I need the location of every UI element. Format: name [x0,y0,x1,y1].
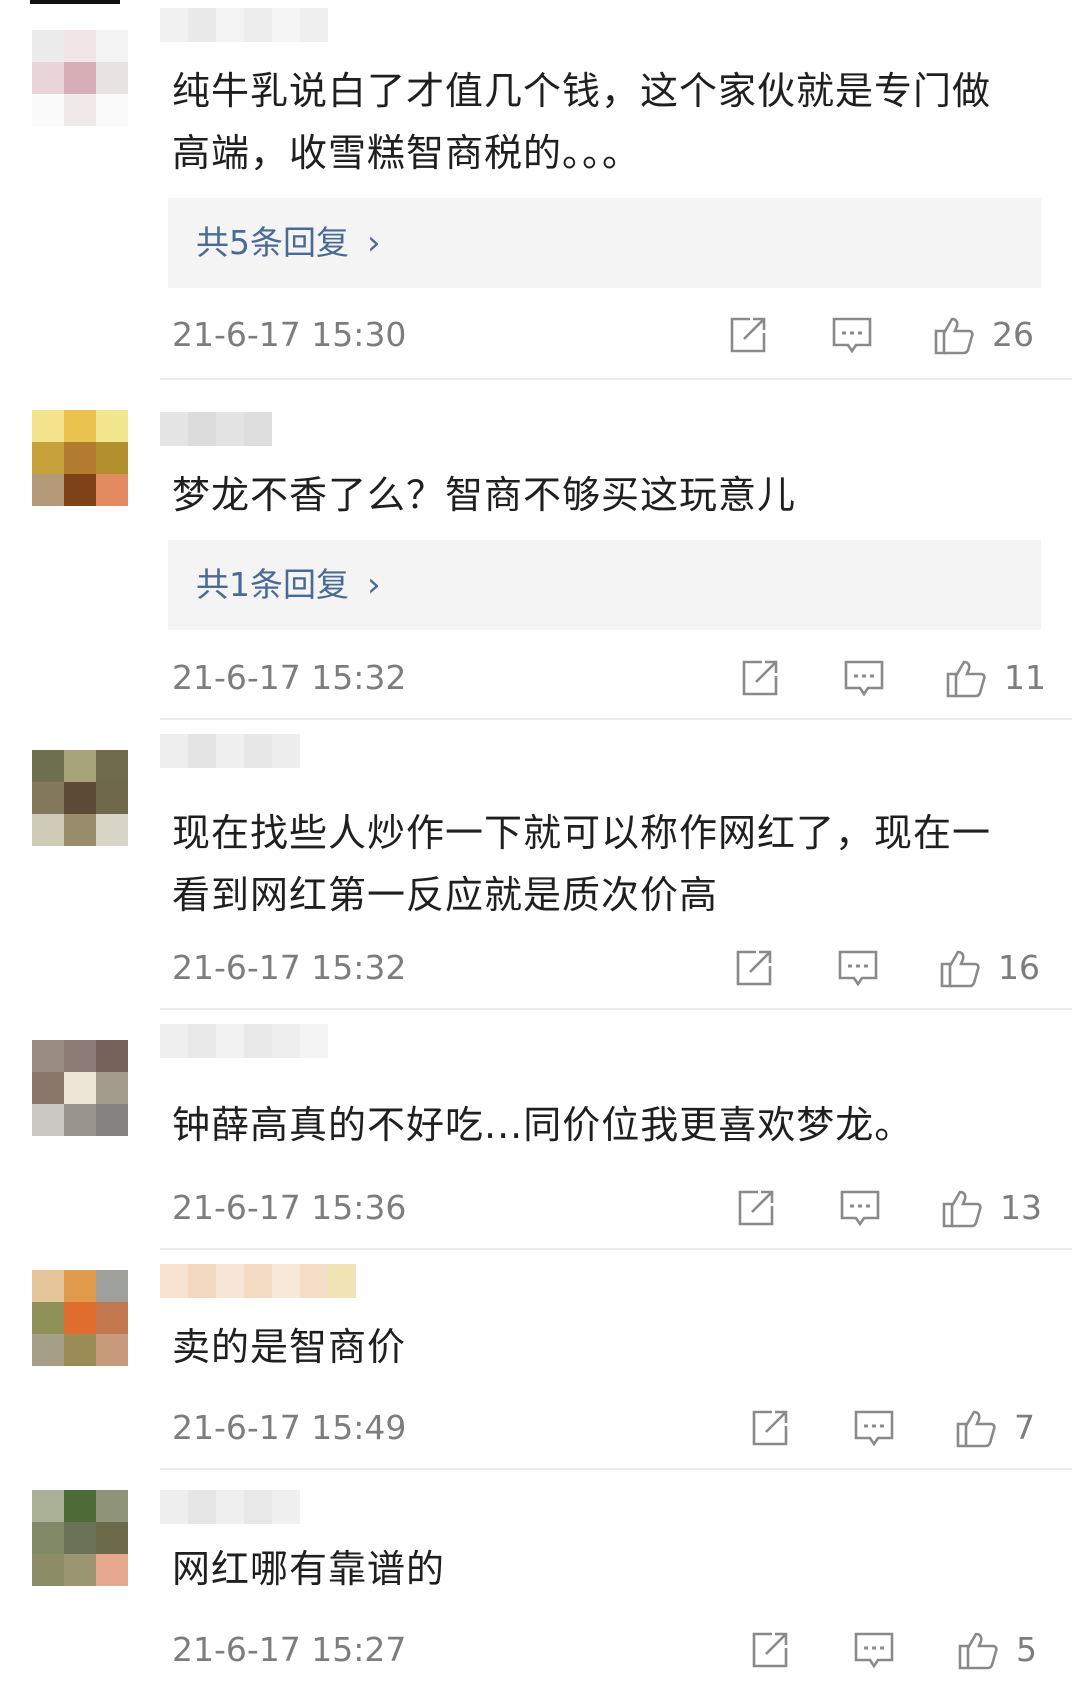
view-replies-link[interactable]: 共5条回复 › [196,198,381,288]
comment-icon[interactable] [836,946,880,990]
comment-icon[interactable] [852,1628,896,1672]
share-icon[interactable] [738,656,782,700]
comment-icon[interactable] [852,1406,896,1450]
chevron-right-icon: › [367,223,381,263]
divider [160,1248,1072,1250]
comment-time: 21-6-17 15:32 [172,658,407,697]
view-replies-link[interactable]: 共1条回复 › [196,540,381,630]
comment-meta: 21-6-17 15:32 16 [0,938,1080,998]
comment-icon[interactable] [830,313,874,357]
username-blurred[interactable] [160,1024,328,1058]
avatar[interactable] [32,410,128,506]
avatar[interactable] [32,1040,128,1136]
like-count: 26 [992,315,1034,354]
username-blurred[interactable] [160,734,300,768]
share-icon[interactable] [748,1628,792,1672]
reply-box[interactable]: 共1条回复 › [168,540,1041,630]
thumbs-up-icon[interactable] [944,656,988,700]
comment-time: 21-6-17 15:27 [172,1630,407,1669]
share-icon[interactable] [734,1186,778,1230]
like-count: 7 [1014,1408,1035,1447]
comment-meta: 21-6-17 15:32 11 [0,648,1080,708]
status-edge [30,0,120,4]
like-count: 5 [1016,1630,1037,1669]
like-count: 13 [1000,1188,1042,1227]
thumbs-up-icon[interactable] [938,946,982,990]
avatar[interactable] [32,1490,128,1586]
comment-icon[interactable] [842,656,886,700]
comment-meta: 21-6-17 15:49 7 [0,1398,1080,1458]
comment-meta: 21-6-17 15:30 26 [0,305,1080,365]
avatar[interactable] [32,750,128,846]
comment-time: 21-6-17 15:32 [172,948,407,987]
like-count: 11 [1004,658,1046,697]
comment-text: 卖的是智商价 [172,1325,407,1369]
reply-count-label: 共5条回复 [196,223,349,262]
divider [160,378,1072,380]
reply-box[interactable]: 共5条回复 › [168,198,1041,288]
share-icon[interactable] [732,946,776,990]
reply-count-label: 共1条回复 [196,565,349,604]
comment-text: 网红哪有靠谱的 [172,1547,446,1591]
comment-text: 纯牛乳说白了才值几个钱，这个家伙就是专门做 高端，收雪糕智商税的。。。 [172,69,992,175]
avatar[interactable] [32,1270,128,1366]
comment-meta: 21-6-17 15:27 5 [0,1620,1080,1680]
comment-text: 梦龙不香了么？智商不够买这玩意儿 [172,473,797,517]
thumbs-up-icon[interactable] [956,1628,1000,1672]
like-count: 16 [998,948,1040,987]
comment-text: 现在找些人炒作一下就可以称作网红了，现在一 看到网红第一反应就是质次价高 [172,811,992,917]
comment-time: 21-6-17 15:30 [172,315,407,354]
divider [160,1468,1072,1470]
chevron-right-icon: › [367,565,381,605]
share-icon[interactable] [748,1406,792,1450]
thumbs-up-icon[interactable] [954,1406,998,1450]
comment-icon[interactable] [838,1186,882,1230]
comment-meta: 21-6-17 15:36 13 [0,1178,1080,1238]
thumbs-up-icon[interactable] [932,313,976,357]
username-blurred[interactable] [160,412,272,446]
comment-time: 21-6-17 15:36 [172,1188,407,1227]
divider [160,1008,1072,1010]
share-icon[interactable] [726,313,770,357]
divider [160,718,1072,720]
comment-time: 21-6-17 15:49 [172,1408,407,1447]
username-blurred[interactable] [160,1490,300,1524]
username-blurred[interactable] [160,8,328,42]
thumbs-up-icon[interactable] [940,1186,984,1230]
username-blurred[interactable] [160,1264,356,1298]
comment-text: 钟薛高真的不好吃...同价位我更喜欢梦龙。 [172,1103,914,1147]
avatar[interactable] [32,30,128,126]
